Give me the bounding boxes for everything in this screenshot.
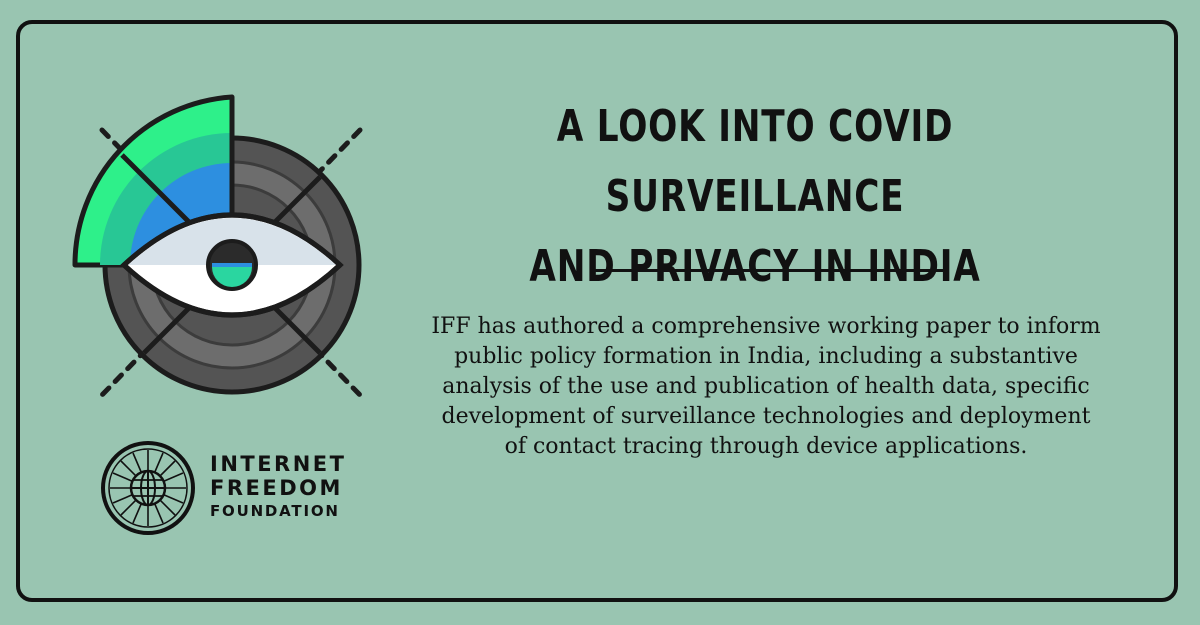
description-line: development of surveillance technologies… (441, 404, 1091, 429)
iff-logo: INTERNET FREEDOM FOUNDATION (100, 440, 360, 540)
chakra-globe-icon (101, 441, 195, 535)
logo-line-freedom: FREEDOM (210, 476, 343, 500)
headline-line-1: A LOOK INTO COVID SURVEILLANCE (556, 101, 954, 222)
description-line: IFF has authored a comprehensive working… (431, 314, 1101, 339)
divider (593, 269, 943, 272)
headline-line-2: AND PRIVACY IN INDIA (529, 241, 981, 292)
description: IFF has authored a comprehensive working… (380, 312, 1152, 462)
logo-wordmark: INTERNET FREEDOM FOUNDATION (210, 452, 346, 522)
description-line: of contact tracing through device applic… (504, 434, 1028, 459)
logo-line-internet: INTERNET (210, 452, 347, 476)
logo-line-foundation: FOUNDATION (210, 502, 340, 520)
description-line: public policy formation in India, includ… (454, 344, 1078, 369)
description-line: analysis of the use and publication of h… (442, 374, 1090, 399)
surveillance-eye-icon (72, 94, 363, 398)
